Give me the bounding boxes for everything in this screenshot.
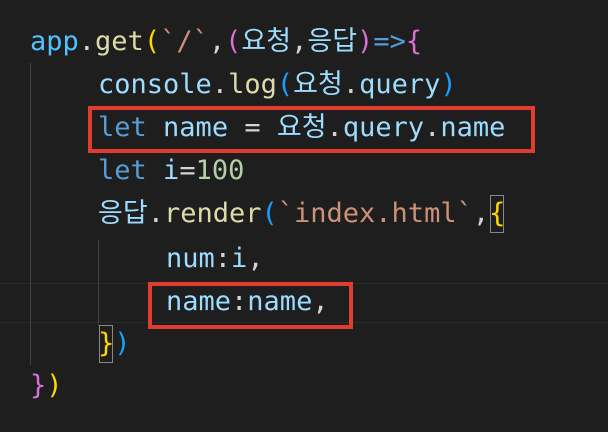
token-log: log	[228, 69, 277, 100]
token-params-close: )	[357, 26, 374, 57]
token-brace-close: }	[30, 370, 47, 401]
token-paren-open: (	[261, 198, 278, 229]
token-comma: ,	[208, 26, 226, 57]
token-let: let	[98, 155, 147, 186]
token-req: 요청	[293, 69, 343, 100]
token-console: console	[98, 69, 212, 100]
token-value-i: i	[231, 243, 248, 274]
token-brace-open: {	[405, 26, 423, 57]
token-param-req: 요청	[241, 26, 292, 57]
token-res: 응답	[98, 198, 148, 229]
token-get: get	[95, 26, 144, 57]
code-line-4[interactable]: let i=100	[98, 151, 244, 191]
token-brace-close-matched: }	[98, 324, 114, 364]
token-dot: .	[147, 198, 164, 229]
token-paren-close: )	[440, 69, 457, 100]
token-dot: .	[78, 26, 96, 57]
token-params-open: (	[225, 26, 242, 57]
token-comma: ,	[472, 198, 490, 229]
token-template-string: `index.html`	[277, 198, 473, 229]
token-equals: =	[179, 155, 196, 186]
token-query: query	[359, 69, 441, 100]
code-line-6[interactable]: num:i,	[166, 239, 264, 279]
token-paren-open: (	[143, 26, 161, 57]
indent-guide-outer	[30, 63, 31, 365]
code-line-5[interactable]: 응답.render(`index.html`,{	[98, 194, 505, 234]
code-line-1[interactable]: app.get(`/`,(요청,응답)=>{	[30, 22, 422, 62]
token-comma: ,	[247, 243, 264, 274]
token-paren-close: )	[46, 370, 63, 401]
token-param-comma: ,	[291, 26, 308, 57]
token-render: render	[163, 198, 262, 229]
token-paren-close: )	[114, 328, 131, 359]
token-dot: .	[211, 69, 229, 100]
highlight-box-let-name	[88, 106, 535, 153]
highlight-box-name-key	[148, 282, 353, 329]
code-line-2[interactable]: console.log(요청.query)	[98, 65, 457, 105]
token-key-num: num	[166, 243, 215, 274]
code-line-8[interactable]: })	[98, 324, 131, 364]
indent-guide-inner	[98, 240, 99, 326]
token-colon: :	[214, 243, 232, 274]
token-app: app	[30, 26, 79, 57]
token-path-string: `/`	[160, 26, 209, 57]
code-editor[interactable]: app.get(`/`,(요청,응답)=>{ console.log(요청.qu…	[0, 0, 608, 432]
token-dot: .	[342, 69, 360, 100]
token-number: 100	[195, 155, 245, 186]
token-var-i: i	[163, 155, 180, 186]
token-arrow: =>	[373, 26, 406, 57]
token-param-res: 응답	[307, 26, 358, 57]
code-line-9[interactable]: })	[30, 366, 63, 406]
token-paren-open: (	[276, 69, 294, 100]
token-brace-open-matched: {	[489, 194, 505, 234]
